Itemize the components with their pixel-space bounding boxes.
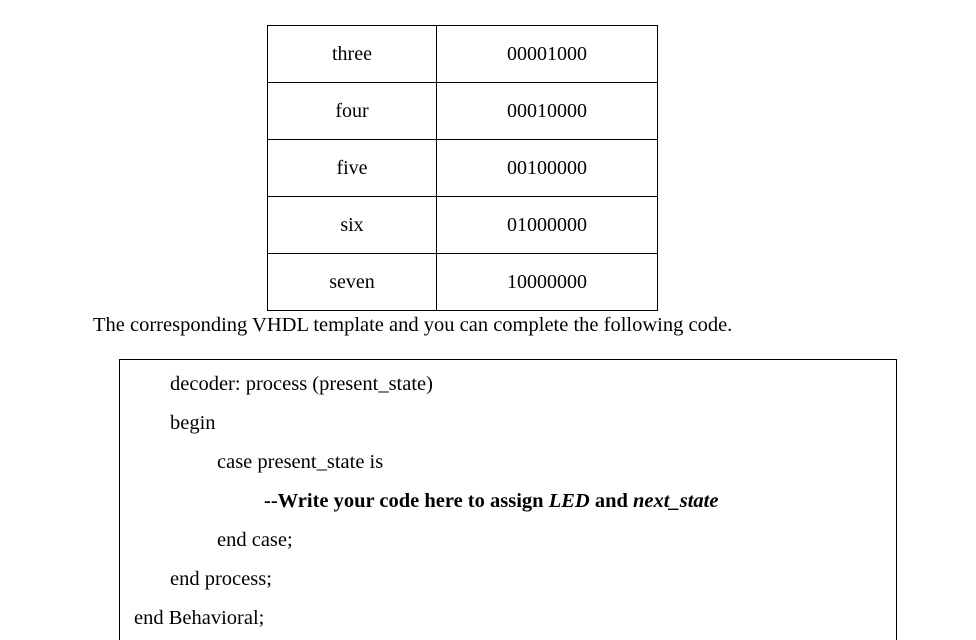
state-name-cell: four — [267, 82, 437, 140]
state-led-table: three 00001000 four 00010000 five 001000… — [267, 25, 658, 311]
table-row: three 00001000 — [267, 25, 658, 83]
identifier-led: LED — [548, 490, 590, 512]
led-pattern-cell: 00100000 — [436, 139, 658, 197]
state-name-cell: five — [267, 139, 437, 197]
code-line: case present_state is — [217, 451, 384, 473]
comment-prefix-text: --Write your code here to assign — [264, 490, 549, 512]
table-row: seven 10000000 — [267, 253, 658, 311]
table-row: five 00100000 — [267, 139, 658, 197]
table-row: six 01000000 — [267, 196, 658, 254]
identifier-next-state: next_state — [633, 490, 719, 512]
code-line: begin — [170, 412, 216, 434]
vhdl-code-box: decoder: process (present_state) begin c… — [119, 359, 897, 640]
led-pattern-cell: 00010000 — [436, 82, 658, 140]
led-pattern-cell: 00001000 — [436, 25, 658, 83]
code-comment-placeholder-line: --Write your code here to assign LED and… — [264, 490, 718, 514]
state-name-cell: six — [267, 196, 437, 254]
led-pattern-cell: 10000000 — [436, 253, 658, 311]
state-led-table-body: three 00001000 four 00010000 five 001000… — [267, 25, 658, 311]
comment-conjunction-text: and — [589, 490, 634, 512]
code-line: end process; — [170, 568, 272, 590]
instruction-paragraph: The corresponding VHDL template and you … — [93, 314, 733, 336]
led-pattern-cell: 01000000 — [436, 196, 658, 254]
code-line: end case; — [217, 529, 293, 551]
table-row: four 00010000 — [267, 82, 658, 140]
code-line: end Behavioral; — [134, 607, 265, 629]
code-line: decoder: process (present_state) — [170, 373, 433, 395]
state-name-cell: three — [267, 25, 437, 83]
state-name-cell: seven — [267, 253, 437, 311]
